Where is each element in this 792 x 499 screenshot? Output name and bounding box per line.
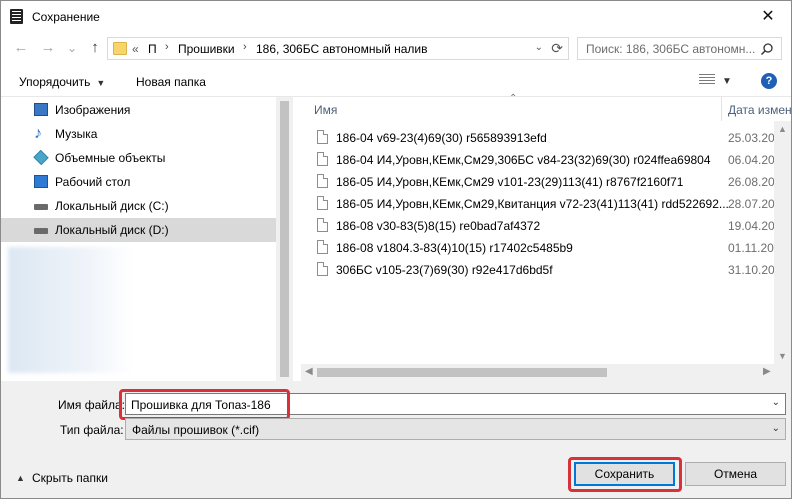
- new-folder-button[interactable]: Новая папка: [136, 75, 206, 89]
- scroll-left-icon[interactable]: ◀: [305, 366, 313, 377]
- save-highlight: [568, 457, 682, 492]
- drive-icon: [34, 204, 48, 210]
- file-name: 186-08 v1804.3-83(4)10(15) r17402c5485b9: [336, 241, 573, 255]
- filetype-select[interactable]: Файлы прошивок (*.cif) ⌄: [125, 418, 786, 440]
- title-bar: Сохранение ✕: [1, 1, 791, 32]
- desktop-icon: [34, 175, 48, 188]
- breadcrumb-overflow[interactable]: «: [132, 42, 139, 56]
- filetype-label: Тип файла:: [60, 423, 124, 437]
- file-row[interactable]: 186-05 И4,Уровн,КЕмк,См29 v101-23(29)113…: [301, 171, 791, 192]
- organize-label: Упорядочить: [19, 75, 91, 89]
- breadcrumb-separator-icon[interactable]: ›: [165, 41, 169, 53]
- filetype-value: Файлы прошивок (*.cif): [132, 423, 260, 437]
- pictures-icon: [34, 103, 48, 116]
- nav-item-label: Рабочий стол: [55, 175, 131, 189]
- save-form: Имя файла: ⌄ Тип файла: Файлы прошивок (…: [1, 381, 791, 498]
- nav-item-label: Объемные объекты: [55, 151, 166, 165]
- file-row[interactable]: 186-05 И4,Уровн,КЕмк,См29,Квитанция v72-…: [301, 193, 791, 214]
- up-icon[interactable]: ↑: [84, 38, 106, 58]
- column-date[interactable]: Дата измене: [728, 103, 791, 117]
- breadcrumb-item[interactable]: П: [148, 42, 157, 56]
- file-row[interactable]: 186-08 v1804.3-83(4)10(15) r17402c5485b9…: [301, 237, 791, 258]
- nav-item-label: Музыка: [55, 127, 98, 141]
- hide-folders-button[interactable]: Скрыть папки: [32, 471, 108, 485]
- file-name: 186-05 И4,Уровн,КЕмк,См29,Квитанция v72-…: [336, 197, 729, 211]
- nav-item-label: Изображения: [55, 103, 131, 117]
- nav-item-3d-objects[interactable]: Объемные объекты: [1, 146, 276, 170]
- file-row[interactable]: 186-04 И4,Уровн,КЕмк,См29,306БС v84-23(3…: [301, 149, 791, 170]
- nav-scrollbar-thumb[interactable]: [280, 101, 289, 377]
- help-icon[interactable]: ?: [761, 73, 777, 89]
- drive-icon: [34, 228, 48, 234]
- app-film-icon: [10, 9, 23, 24]
- organize-button[interactable]: Упорядочить ▼: [19, 75, 105, 89]
- horizontal-scrollbar-thumb[interactable]: [317, 368, 607, 377]
- horizontal-scrollbar[interactable]: ◀ ▶: [301, 364, 791, 381]
- breadcrumb-item[interactable]: 186, 306БС автономный налив: [256, 42, 428, 56]
- search-icon[interactable]: [760, 42, 774, 56]
- nav-item-label: Локальный диск (D:): [55, 223, 169, 237]
- file-icon: [317, 130, 328, 144]
- file-name: 186-04 И4,Уровн,КЕмк,См29,306БС v84-23(3…: [336, 153, 711, 167]
- redacted-area: [8, 247, 133, 373]
- view-details-icon[interactable]: [699, 74, 715, 86]
- file-row[interactable]: 186-04 v69-23(4)69(30) r565893913efd 25.…: [301, 127, 791, 148]
- pane-divider[interactable]: [293, 97, 301, 381]
- vertical-scrollbar[interactable]: ▲ ▼: [774, 121, 791, 364]
- close-button[interactable]: ✕: [745, 1, 791, 32]
- window-title: Сохранение: [32, 10, 100, 24]
- file-icon: [317, 262, 328, 276]
- search-input[interactable]: Поиск: 186, 306БС автономн...: [586, 42, 755, 56]
- search-box[interactable]: Поиск: 186, 306БС автономн...: [577, 37, 782, 60]
- file-name: 186-04 v69-23(4)69(30) r565893913efd: [336, 131, 547, 145]
- toolbar: Упорядочить ▼ Новая папка ▼ ?: [1, 65, 791, 97]
- nav-item-label: Локальный диск (C:): [55, 199, 169, 213]
- sort-ascending-icon: ⌃: [509, 93, 518, 104]
- scroll-down-icon[interactable]: ▼: [778, 351, 787, 361]
- navigation-pane: Изображения ♪ Музыка Объемные объекты Ра…: [1, 97, 293, 381]
- column-header: ⌃ Имя Дата измене: [301, 93, 791, 121]
- file-icon: [317, 240, 328, 254]
- file-icon: [317, 174, 328, 188]
- file-icon: [317, 196, 328, 210]
- file-list: ⌃ Имя Дата измене 186-04 v69-23(4)69(30)…: [301, 93, 791, 381]
- 3d-objects-icon: [33, 149, 49, 166]
- column-name[interactable]: Имя: [314, 103, 337, 117]
- nav-item-music[interactable]: ♪ Музыка: [1, 122, 276, 146]
- cancel-button[interactable]: Отмена: [685, 462, 786, 486]
- music-icon: ♪: [34, 125, 42, 142]
- recent-locations-icon[interactable]: ⌄: [61, 38, 83, 58]
- file-icon: [317, 152, 328, 166]
- nav-item-desktop[interactable]: Рабочий стол: [1, 170, 276, 194]
- nav-item-pictures[interactable]: Изображения: [1, 98, 276, 122]
- filename-highlight: [119, 389, 290, 420]
- save-dialog: Сохранение ✕ ← → ⌄ ↑ « П › Прошивки › 18…: [0, 0, 792, 499]
- nav-item-drive-d[interactable]: Локальный диск (D:): [1, 218, 276, 242]
- file-name: 186-05 И4,Уровн,КЕмк,См29 v101-23(29)113…: [336, 175, 684, 189]
- filename-label: Имя файла:: [58, 398, 125, 412]
- file-row[interactable]: 186-08 v30-83(5)8(15) re0bad7af4372 19.0…: [301, 215, 791, 236]
- organize-dropdown-icon: ▼: [96, 78, 106, 88]
- nav-item-drive-c[interactable]: Локальный диск (C:): [1, 194, 276, 218]
- breadcrumb-separator-icon[interactable]: ›: [243, 41, 247, 53]
- file-row[interactable]: 306БС v105-23(7)69(30) r92e417d6bd5f 31.…: [301, 259, 791, 280]
- scroll-up-icon[interactable]: ▲: [778, 124, 787, 134]
- file-icon: [317, 218, 328, 232]
- filename-dropdown-icon[interactable]: ⌄: [772, 397, 780, 408]
- folder-icon: [113, 42, 127, 55]
- refresh-icon[interactable]: ⟳: [551, 40, 563, 57]
- file-name: 306БС v105-23(7)69(30) r92e417d6bd5f: [336, 263, 553, 277]
- column-separator[interactable]: [721, 97, 722, 121]
- view-dropdown-icon[interactable]: ▼: [722, 76, 732, 87]
- address-bar[interactable]: « П › Прошивки › 186, 306БС автономный н…: [107, 37, 569, 60]
- scroll-right-icon[interactable]: ▶: [763, 366, 771, 377]
- hide-folders-icon[interactable]: ▲: [16, 473, 25, 483]
- address-dropdown-icon[interactable]: ⌄: [535, 42, 543, 53]
- breadcrumb-item[interactable]: Прошивки: [178, 42, 235, 56]
- back-icon[interactable]: ←: [10, 38, 32, 58]
- address-row: ← → ⌄ ↑ « П › Прошивки › 186, 306БС авто…: [1, 32, 791, 65]
- file-name: 186-08 v30-83(5)8(15) re0bad7af4372: [336, 219, 541, 233]
- filetype-dropdown-icon[interactable]: ⌄: [772, 423, 780, 434]
- forward-icon[interactable]: →: [37, 38, 59, 58]
